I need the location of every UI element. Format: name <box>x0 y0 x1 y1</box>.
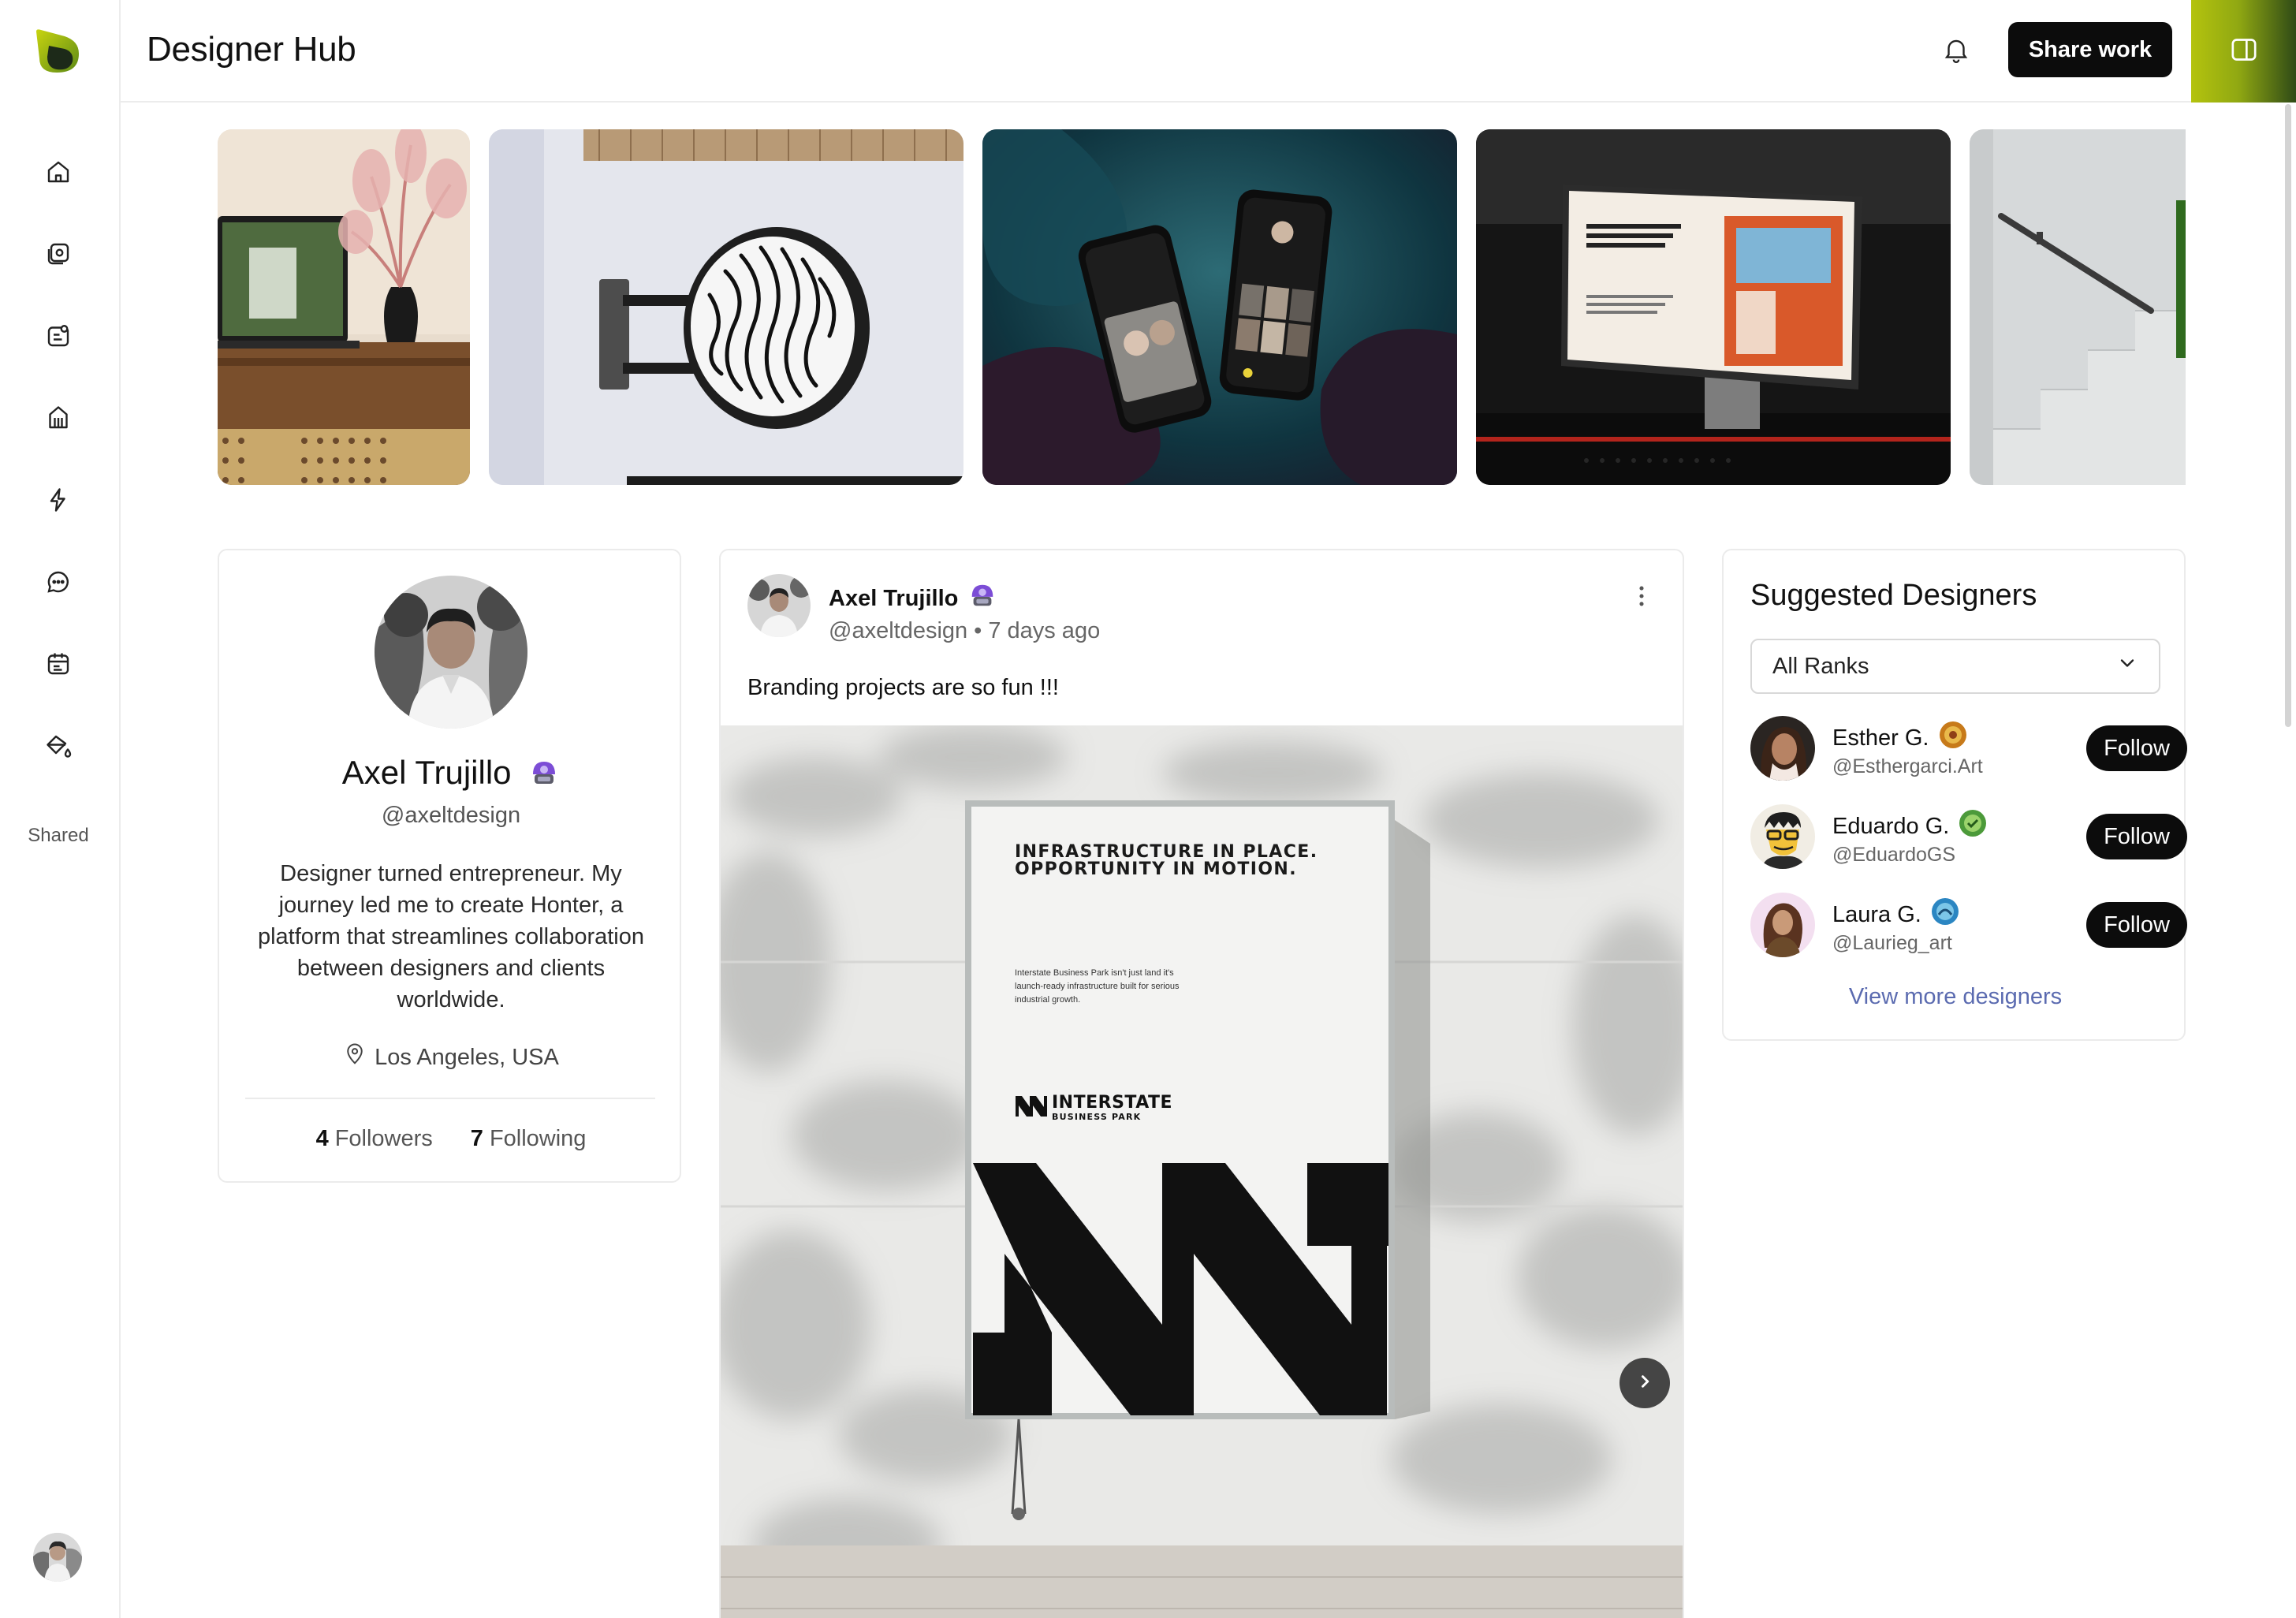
designer-row: Eduardo G. @EduardoGS Follow <box>1750 804 2187 871</box>
location-text: Los Angeles, USA <box>375 1044 559 1070</box>
current-user-avatar[interactable] <box>33 1533 82 1582</box>
profile-stats: 4 Followers 7 Following <box>219 1126 683 1152</box>
designer-avatar[interactable] <box>1750 716 1815 781</box>
post-author-name: Axel Trujillo <box>829 585 959 611</box>
followers-count: 4 <box>315 1126 329 1151</box>
shared-label[interactable]: Shared <box>0 825 117 847</box>
profile-location: Los Angeles, USA <box>219 1042 683 1072</box>
post-options-button[interactable] <box>1626 582 1657 613</box>
panel-toggle-button[interactable] <box>2191 0 2296 103</box>
rank-badge-icon <box>1957 807 1988 845</box>
view-more-designers-link[interactable]: View more designers <box>1724 984 2187 1010</box>
tasks-icon <box>44 322 73 354</box>
sidebar-item-messages[interactable] <box>36 561 80 606</box>
share-work-button[interactable]: Share work <box>2008 22 2172 77</box>
rank-badge-icon <box>1937 719 1969 757</box>
designer-handle: @Esthergarci.Art <box>1832 755 1983 777</box>
home-icon <box>44 158 73 190</box>
calendar-icon <box>44 650 73 682</box>
profile-name: Axel Trujillo <box>219 754 683 796</box>
profile-avatar[interactable] <box>375 576 527 729</box>
page-scrollbar[interactable] <box>2285 104 2291 727</box>
post-meta: @axeltdesign • 7 days ago <box>829 618 1100 644</box>
post-author[interactable]: Axel Trujillo <box>829 580 997 617</box>
followers-label: Followers <box>334 1126 433 1151</box>
post-text: Branding projects are so fun !!! <box>747 675 1059 700</box>
lightning-icon <box>44 486 73 518</box>
designer-name-text: Eduardo G. <box>1832 813 1950 839</box>
following-link[interactable]: 7 Following <box>471 1126 587 1152</box>
suggested-title: Suggested Designers <box>1750 579 2037 612</box>
profile-bio: Designer turned entrepreneur. My journey… <box>257 861 644 1012</box>
followers-link[interactable]: 4 Followers <box>316 1126 433 1152</box>
page-title: Designer Hub <box>147 30 356 69</box>
location-pin-icon <box>343 1042 367 1072</box>
paint-bucket-icon <box>44 732 73 764</box>
app-logo[interactable] <box>33 27 82 76</box>
sidebar: Shared <box>0 0 121 1618</box>
chevron-down-icon <box>2116 652 2138 680</box>
sidebar-item-activity[interactable] <box>36 479 80 524</box>
rank-filter-value: All Ranks <box>1772 653 1869 679</box>
follow-button[interactable]: Follow <box>2086 725 2187 771</box>
follow-button[interactable]: Follow <box>2086 902 2187 948</box>
more-vertical-icon <box>1628 583 1655 613</box>
follow-button[interactable]: Follow <box>2086 814 2187 859</box>
chevron-right-icon <box>1633 1370 1657 1397</box>
carousel-next-button[interactable] <box>1620 1358 1670 1408</box>
meta-separator: • <box>974 618 982 643</box>
post-author-handle: @axeltdesign <box>829 618 968 643</box>
gallery-icon <box>44 240 73 272</box>
top-bar: Designer Hub Share work <box>121 0 2296 103</box>
designer-avatar[interactable] <box>1750 893 1815 957</box>
sidebar-item-gallery[interactable] <box>36 233 80 278</box>
divider <box>245 1098 655 1099</box>
designer-row: Esther G. @Esthergarci.Art Follow <box>1750 716 2187 782</box>
gallery-item-monitor[interactable] <box>1476 129 1951 485</box>
gallery-item-sign[interactable] <box>489 129 964 485</box>
rank-filter-select[interactable]: All Ranks <box>1750 639 2160 694</box>
poster-headline: INFRASTRUCTURE IN PLACE. OPPORTUNITY IN … <box>1015 842 1318 879</box>
gallery-item-phones[interactable] <box>982 129 1457 485</box>
following-label: Following <box>489 1126 587 1151</box>
sidebar-item-landmark[interactable] <box>36 397 80 442</box>
poster-body: Interstate Business Park isn't just land… <box>1015 968 1180 1005</box>
profile-card: Axel Trujillo @axeltdesign Designer turn… <box>218 549 681 1183</box>
poster-brand: INTERSTATE BUSINESS PARK <box>1052 1094 1172 1124</box>
profile-handle: @axeltdesign <box>381 803 521 828</box>
chat-icon <box>44 568 73 600</box>
poster-logo-icon <box>1016 1096 1047 1120</box>
notifications-button[interactable] <box>1939 34 1974 69</box>
designer-avatar[interactable] <box>1750 804 1815 869</box>
following-count: 7 <box>470 1126 483 1151</box>
suggested-designers-card: Suggested Designers All Ranks Esther G. … <box>1722 549 2187 1041</box>
sidebar-toggle-icon <box>2228 34 2260 69</box>
rank-badge-icon <box>1929 896 1961 934</box>
designer-name-text: Laura G. <box>1832 901 1921 927</box>
bell-icon <box>1941 35 1971 69</box>
sidebar-item-home[interactable] <box>36 151 80 196</box>
designer-name[interactable]: Esther G. <box>1832 719 1969 757</box>
designer-name-text: Esther G. <box>1832 725 1929 751</box>
post-image[interactable]: INFRASTRUCTURE IN PLACE. OPPORTUNITY IN … <box>721 725 1683 1618</box>
designer-row: Laura G. @Laurieg_art Follow <box>1750 893 2187 959</box>
landmark-icon <box>44 404 73 436</box>
rank-badge-icon <box>528 757 560 796</box>
profile-name-text: Axel Trujillo <box>341 754 512 791</box>
designer-handle: @EduardoGS <box>1832 844 1956 866</box>
sidebar-item-tasks[interactable] <box>36 315 80 360</box>
post-author-avatar[interactable] <box>747 574 811 637</box>
gallery-item-laptop[interactable] <box>218 129 470 485</box>
designer-name[interactable]: Eduardo G. <box>1832 807 1988 845</box>
featured-gallery <box>218 129 2186 485</box>
designer-handle: @Laurieg_art <box>1832 932 1952 954</box>
designer-name[interactable]: Laura G. <box>1832 896 1961 934</box>
gallery-item-stairs[interactable] <box>1970 129 2186 485</box>
sidebar-item-paint[interactable] <box>36 725 80 770</box>
rank-badge-icon <box>967 580 997 617</box>
sidebar-item-calendar[interactable] <box>36 643 80 688</box>
post-timestamp: 7 days ago <box>988 618 1101 643</box>
post-card: Axel Trujillo @axeltdesign • 7 days ago Br… <box>719 549 1684 1618</box>
